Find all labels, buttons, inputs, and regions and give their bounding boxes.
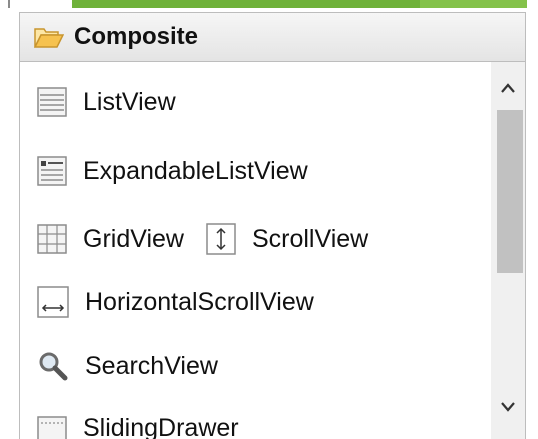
palette-item-expandable-list-view[interactable]: ExpandableListView	[37, 151, 308, 191]
chevron-down-icon	[501, 402, 515, 412]
palette-item-sliding-drawer[interactable]: SlidingDrawer	[37, 408, 239, 439]
accent-bar-highlight	[420, 0, 527, 8]
list-view-icon	[37, 87, 67, 117]
sliding-drawer-icon	[37, 416, 67, 439]
scroll-down-button[interactable]	[491, 393, 525, 421]
top-separator	[8, 0, 10, 8]
scroll-up-button[interactable]	[491, 74, 525, 102]
palette-item-label: ScrollView	[251, 224, 369, 253]
palette-item-label: HorizontalScrollView	[85, 287, 314, 316]
scrollbar-thumb[interactable]	[497, 110, 523, 273]
palette-item-grid-view[interactable]: GridView	[37, 224, 184, 254]
vertical-scrollbar[interactable]	[491, 62, 525, 439]
palette-category-header[interactable]: Composite	[19, 12, 526, 62]
palette-item-label: ExpandableListView	[83, 156, 308, 185]
palette-item-label: SlidingDrawer	[83, 413, 239, 439]
folder-open-icon	[34, 28, 64, 48]
palette-item-label: ListView	[83, 87, 176, 116]
palette-row-grid-scroll: GridView ScrollView	[37, 219, 368, 259]
palette-item-label: SearchView	[85, 351, 218, 380]
palette-item-scroll-view[interactable]: ScrollView	[206, 223, 368, 255]
palette-item-horizontal-scroll-view[interactable]: HorizontalScrollView	[37, 282, 314, 322]
scroll-view-icon	[206, 223, 236, 255]
palette-item-list: ListView ExpandableListView GridView Scr…	[19, 62, 526, 439]
top-strip	[0, 0, 538, 8]
horizontal-scroll-view-icon	[37, 286, 69, 318]
search-icon	[39, 352, 68, 381]
chevron-up-icon	[501, 83, 515, 93]
palette-item-search-view[interactable]: SearchView	[37, 346, 218, 386]
expandable-list-view-icon	[37, 156, 67, 186]
grid-view-icon	[37, 224, 67, 254]
palette-category-title: Composite	[74, 23, 199, 50]
palette-item-list-view[interactable]: ListView	[37, 82, 176, 122]
palette-item-label: GridView	[83, 224, 184, 253]
